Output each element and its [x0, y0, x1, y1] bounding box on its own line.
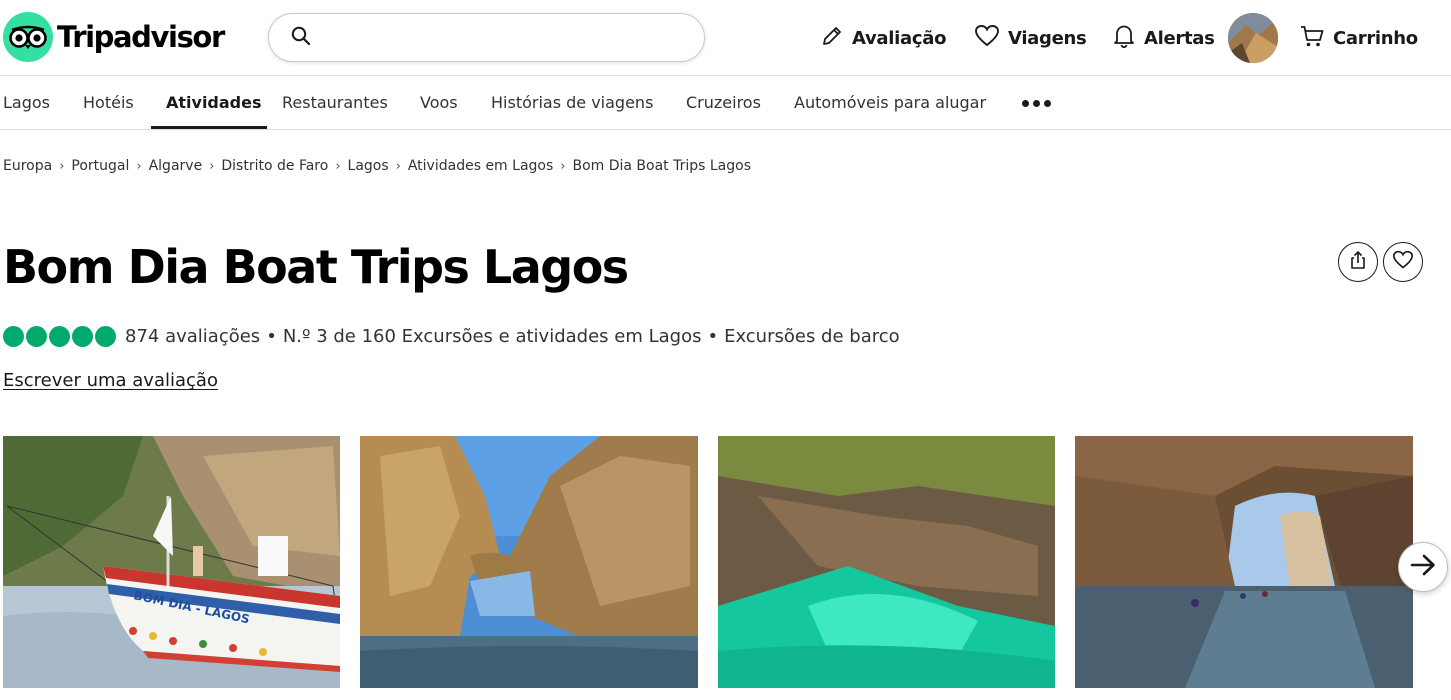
ranking-text[interactable]: N.º 3 de 160 Excursões e atividades em L… — [283, 326, 702, 347]
bell-icon — [1112, 23, 1136, 53]
alerts-nav-label: Alertas — [1144, 27, 1215, 49]
separator-dot: • — [707, 325, 719, 347]
trips-nav-label: Viagens — [1008, 27, 1087, 49]
share-icon — [1348, 250, 1368, 274]
heart-icon — [974, 24, 1000, 52]
category-nav: Lagos Hotéis Atividades Restaurantes Voo… — [0, 76, 1451, 130]
share-button[interactable] — [1338, 242, 1378, 282]
tripadvisor-logo[interactable]: Tripadvisor — [3, 12, 225, 62]
breadcrumb-item[interactable]: Algarve — [149, 158, 203, 174]
rating-row: 874 avaliações • N.º 3 de 160 Excursões … — [3, 322, 900, 350]
search-bar[interactable] — [268, 13, 705, 62]
brand-name: Tripadvisor — [57, 20, 225, 54]
photo-sea-cave[interactable] — [718, 436, 1055, 688]
photo-cave-arch[interactable] — [1075, 436, 1413, 688]
page-title: Bom Dia Boat Trips Lagos — [3, 240, 629, 294]
breadcrumb-item[interactable]: Lagos — [348, 158, 389, 174]
top-header: Tripadvisor Avaliação Viagens Alertas Ca… — [0, 0, 1451, 76]
tab-lagos[interactable]: Lagos — [3, 76, 50, 129]
breadcrumb-item[interactable]: Atividades em Lagos — [408, 158, 553, 174]
cart-icon — [1299, 23, 1325, 53]
review-nav-button[interactable]: Avaliação — [820, 0, 946, 76]
tab-cruises[interactable]: Cruzeiros — [686, 76, 761, 129]
tab-travel-stories[interactable]: Histórias de viagens — [491, 76, 653, 129]
separator-dot: • — [266, 325, 277, 347]
chevron-right-icon: › — [59, 158, 65, 174]
breadcrumb-item[interactable]: Distrito de Faro — [221, 158, 328, 174]
review-count[interactable]: 874 avaliações — [125, 326, 260, 347]
more-menu-icon[interactable] — [1022, 100, 1051, 107]
save-favorite-button[interactable] — [1383, 242, 1423, 282]
breadcrumb-current: Bom Dia Boat Trips Lagos — [572, 158, 752, 174]
chevron-right-icon: › — [209, 158, 215, 174]
chevron-right-icon: › — [335, 158, 341, 174]
review-nav-label: Avaliação — [852, 27, 947, 49]
user-avatar[interactable] — [1228, 13, 1278, 63]
rating-bubbles[interactable] — [3, 325, 116, 347]
breadcrumb: Europa › Portugal › Algarve › Distrito d… — [3, 157, 751, 175]
write-review-link[interactable]: Escrever uma avaliação — [3, 370, 218, 391]
cart-nav-button[interactable]: Carrinho — [1299, 0, 1418, 76]
search-input[interactable] — [323, 28, 704, 47]
breadcrumb-item[interactable]: Portugal — [71, 158, 129, 174]
chevron-right-icon: › — [136, 158, 142, 174]
tab-hotels[interactable]: Hotéis — [83, 76, 134, 129]
cart-nav-label: Carrinho — [1333, 27, 1418, 49]
category-link[interactable]: Excursões de barco — [724, 326, 900, 347]
pencil-icon — [820, 24, 844, 52]
tab-restaurants[interactable]: Restaurantes — [282, 76, 388, 129]
photo-boat[interactable]: BOM DIA - LAGOS — [3, 436, 340, 688]
search-icon — [291, 26, 311, 50]
tab-car-rentals[interactable]: Automóveis para alugar — [794, 76, 986, 129]
owl-logo-icon — [3, 12, 53, 62]
breadcrumb-item[interactable]: Europa — [3, 158, 52, 174]
alerts-nav-button[interactable]: Alertas — [1112, 0, 1215, 76]
arrow-right-icon — [1409, 553, 1437, 581]
tab-activities[interactable]: Atividades — [166, 76, 262, 129]
trips-nav-button[interactable]: Viagens — [974, 0, 1087, 76]
chevron-right-icon: › — [395, 158, 401, 174]
heart-icon — [1392, 250, 1414, 274]
tab-flights[interactable]: Voos — [420, 76, 458, 129]
active-tab-indicator — [151, 126, 267, 129]
chevron-right-icon: › — [560, 158, 566, 174]
photo-rock-arch[interactable] — [360, 436, 698, 688]
next-photo-button[interactable] — [1398, 542, 1448, 592]
